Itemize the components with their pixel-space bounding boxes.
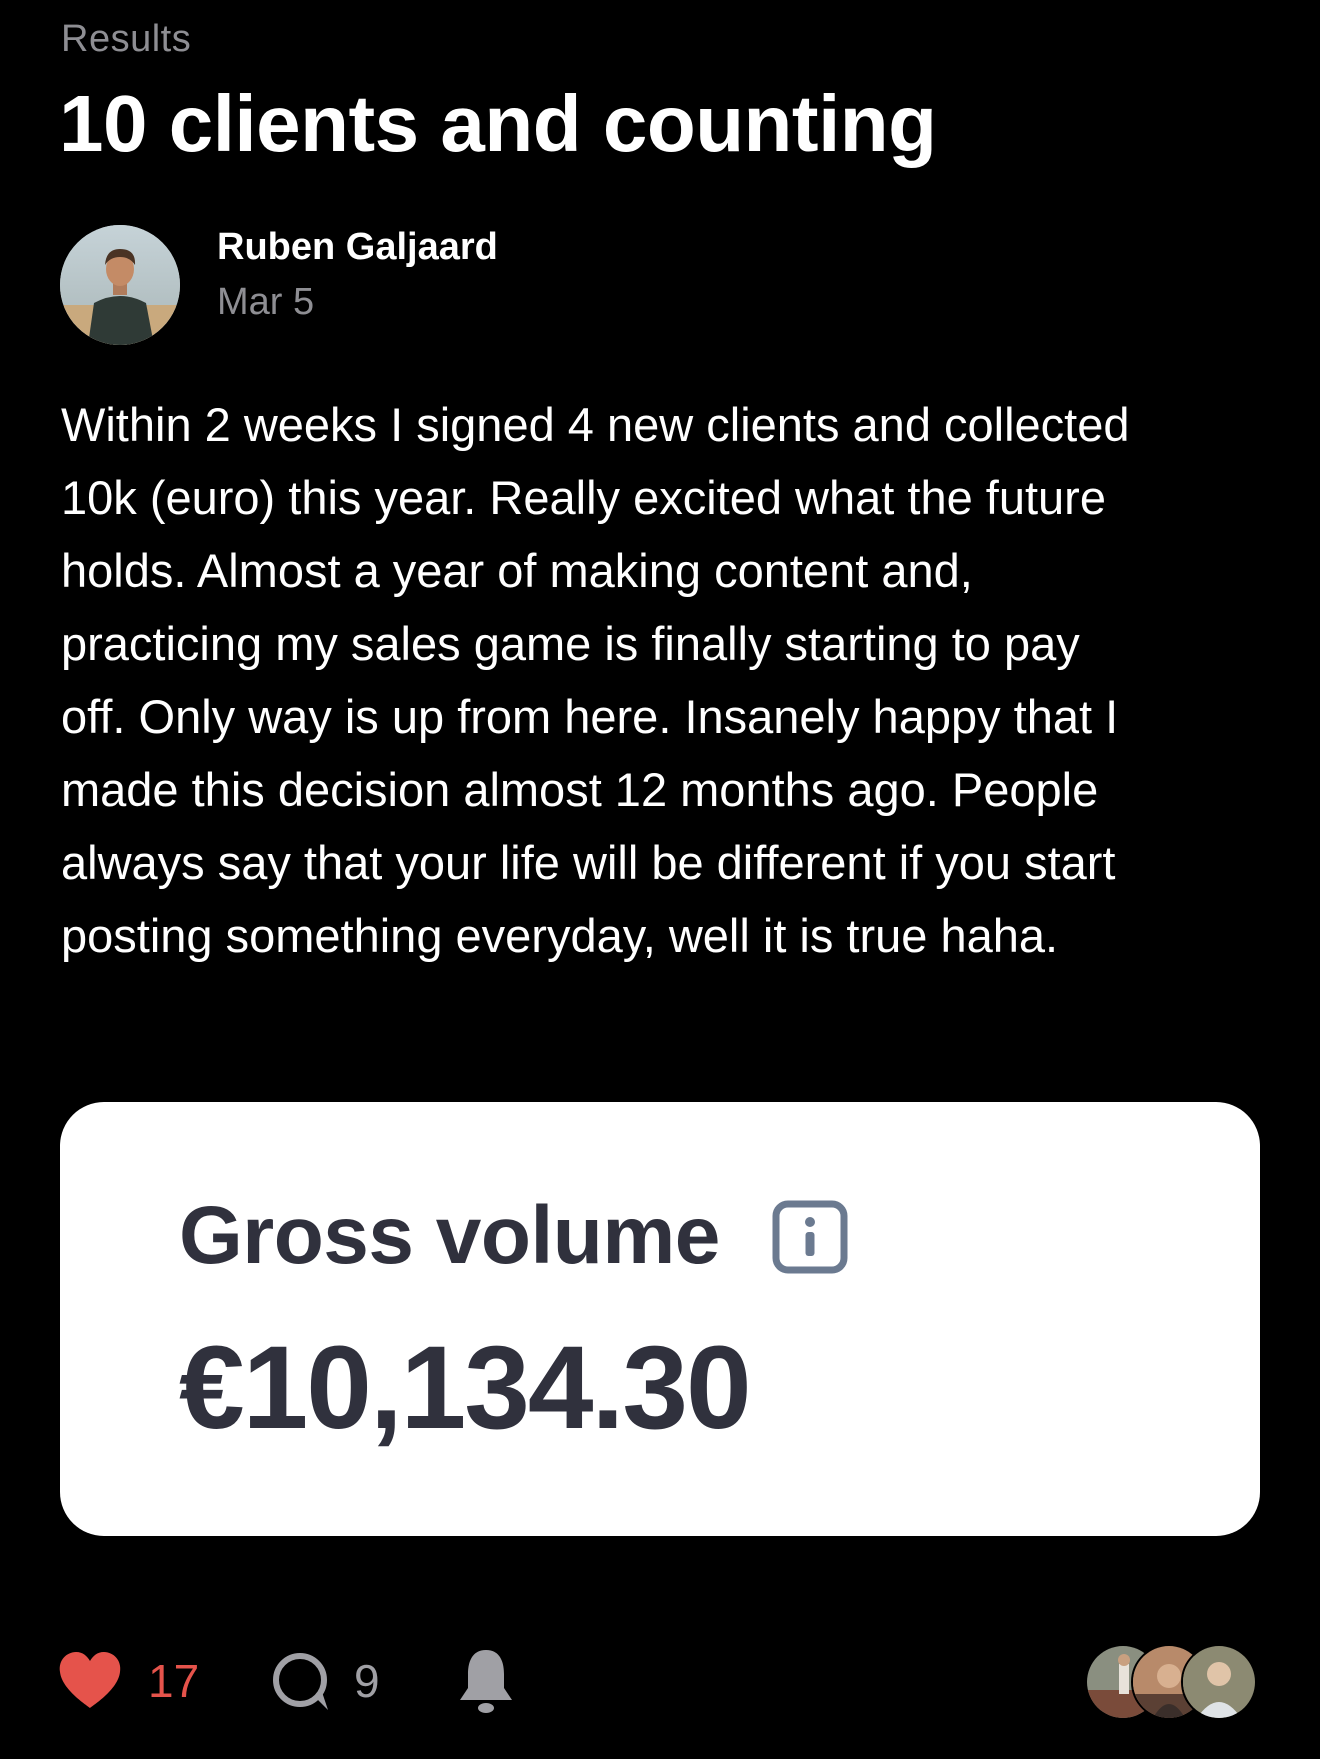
post-body-line: posting something everyday, well it is t…: [61, 909, 1059, 962]
comment-count[interactable]: 9: [354, 1654, 380, 1708]
post-body-line: made this decision almost 12 months ago.…: [61, 763, 1099, 816]
post-body-line: always say that your life will be differ…: [61, 836, 1116, 889]
post-category[interactable]: Results: [61, 18, 191, 61]
post-body-line: 10k (euro) this year. Really excited wha…: [61, 471, 1106, 524]
like-count[interactable]: 17: [148, 1654, 199, 1708]
bell-icon[interactable]: [456, 1648, 516, 1716]
gross-volume-value: €10,134.30: [179, 1322, 752, 1454]
post-body-line: Within 2 weeks I signed 4 new clients an…: [61, 398, 1130, 451]
post-date: Mar 5: [217, 281, 315, 323]
post-body-line: holds. Almost a year of making content a…: [61, 544, 973, 597]
post-body-line: practicing my sales game is finally star…: [61, 617, 1080, 670]
post-action-bar: 17 9: [0, 1640, 1320, 1720]
post-title: 10 clients and counting: [59, 79, 937, 168]
post-body: Within 2 weeks I signed 4 new clients an…: [61, 388, 1261, 972]
heart-icon[interactable]: [58, 1652, 122, 1710]
image-attachment[interactable]: Gross volume €10,134.30: [60, 1102, 1260, 1536]
info-icon: [772, 1200, 848, 1274]
participant-avatar: [1181, 1644, 1257, 1720]
post-body-line: off. Only way is up from here. Insanely …: [61, 690, 1119, 743]
participant-avatars[interactable]: [1085, 1644, 1265, 1720]
gross-volume-label: Gross volume: [179, 1190, 720, 1281]
comment-icon[interactable]: [270, 1650, 334, 1714]
author-avatar[interactable]: [60, 225, 180, 345]
author-name[interactable]: Ruben Galjaard: [217, 226, 498, 269]
